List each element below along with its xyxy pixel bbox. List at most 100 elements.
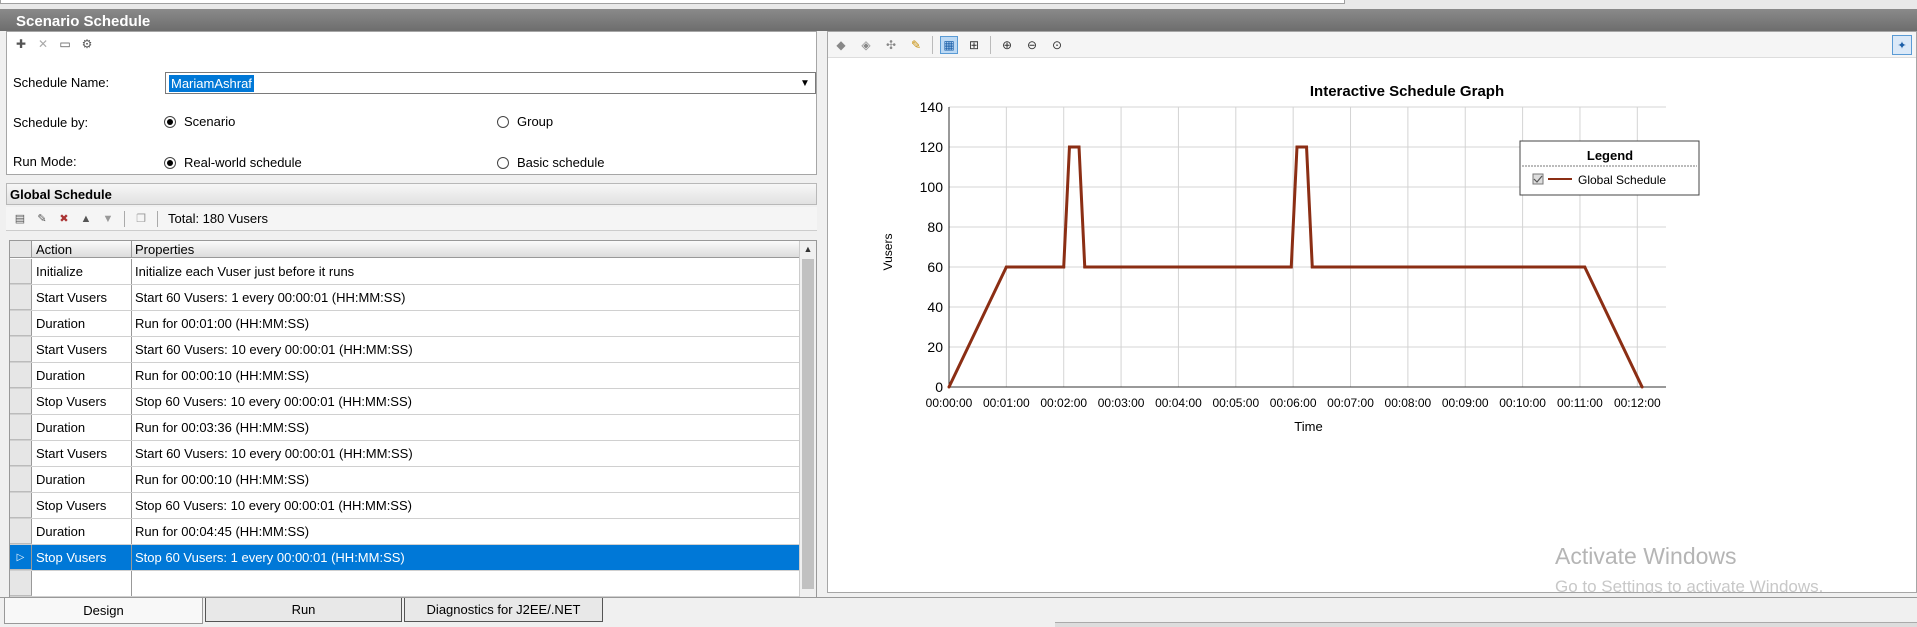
row-selector[interactable]	[10, 363, 32, 388]
series-point[interactable]	[1310, 265, 1314, 269]
row-selector[interactable]	[10, 259, 32, 284]
move-up-icon[interactable]: ▲	[78, 213, 94, 225]
row-selector[interactable]	[10, 467, 32, 492]
row-selector[interactable]	[10, 441, 32, 466]
tab-run[interactable]: Run	[205, 598, 402, 622]
left-panel: ✚ ✕ ▭ ⚙ Schedule Name: MariamAshraf ▼ Sc…	[6, 31, 817, 613]
row-selector[interactable]	[10, 337, 32, 362]
action-cell[interactable]: Duration	[32, 415, 132, 440]
copy-icon[interactable]: ❐	[133, 212, 149, 225]
schedule-name-value[interactable]: MariamAshraf	[169, 75, 254, 92]
table-row[interactable]: Duration Run for 00:03:36 (HH:MM:SS)	[10, 415, 801, 441]
row-selector[interactable]	[10, 571, 32, 596]
row-selector[interactable]	[10, 493, 32, 518]
action-cell[interactable]: Stop Vusers	[32, 545, 132, 570]
table-row[interactable]: Stop Vusers Stop 60 Vusers: 10 every 00:0…	[10, 493, 801, 519]
delete-action-icon[interactable]: ✖	[56, 212, 72, 225]
radio-dot[interactable]	[164, 156, 176, 169]
series-point[interactable]	[947, 385, 951, 389]
action-cell[interactable]: Duration	[32, 519, 132, 544]
properties-cell[interactable]: Stop 60 Vusers: 10 every 00:00:01 (HH:MM…	[132, 389, 801, 414]
tab-diagnostics[interactable]: Diagnostics for J2EE/.NET	[404, 598, 603, 622]
action-cell[interactable]: Duration	[32, 467, 132, 492]
row-selector[interactable]	[10, 285, 32, 310]
properties-cell[interactable]: Run for 00:00:10 (HH:MM:SS)	[132, 467, 801, 492]
rename-icon[interactable]: ▭	[57, 36, 73, 52]
new-schedule-icon[interactable]: ✚	[13, 36, 29, 52]
table-row[interactable]: Stop Vusers Stop 60 Vusers: 10 every 00:0…	[10, 389, 801, 415]
series-point[interactable]	[1077, 145, 1081, 149]
properties-cell[interactable]: Run for 00:00:10 (HH:MM:SS)	[132, 363, 801, 388]
column-header-properties[interactable]: Properties	[132, 241, 816, 257]
scroll-up-icon[interactable]: ▲	[800, 241, 816, 257]
tab-design[interactable]: Design	[4, 598, 203, 624]
action-cell[interactable]: Stop Vusers	[32, 493, 132, 518]
row-selector[interactable]	[10, 389, 32, 414]
action-cell[interactable]: Start Vusers	[32, 285, 132, 310]
table-row[interactable]: ▷ Stop Vusers Stop 60 Vusers: 1 every 00:0…	[10, 545, 801, 571]
series-point[interactable]	[1004, 265, 1008, 269]
action-cell[interactable]: Duration	[32, 363, 132, 388]
series-point[interactable]	[1067, 145, 1071, 149]
table-row[interactable]: Duration Run for 00:01:00 (HH:MM:SS)	[10, 311, 801, 337]
row-selector[interactable]	[10, 415, 32, 440]
column-header-action[interactable]: Action	[32, 241, 132, 257]
chevron-down-icon[interactable]: ▼	[795, 73, 815, 93]
properties-cell[interactable]: Initialize each Vuser just before it run…	[132, 259, 801, 284]
action-cell[interactable]	[32, 571, 132, 596]
action-cell[interactable]: Start Vusers	[32, 441, 132, 466]
radio-dot[interactable]	[497, 115, 509, 128]
y-tick-label: 140	[920, 99, 944, 115]
table-row[interactable]: Initialize Initialize each Vuser just bef…	[10, 259, 801, 285]
series-point[interactable]	[1305, 145, 1309, 149]
table-row[interactable]: Duration Run for 00:00:10 (HH:MM:SS)	[10, 363, 801, 389]
y-tick-label: 40	[927, 299, 943, 315]
properties-cell[interactable]: Start 60 Vusers: 1 every 00:00:01 (HH:MM…	[132, 285, 801, 310]
table-row[interactable]: Start Vusers Start 60 Vusers: 10 every 00…	[10, 337, 801, 363]
delete-icon[interactable]: ✕	[35, 36, 51, 52]
series-point[interactable]	[1289, 265, 1293, 269]
series-point[interactable]	[1083, 265, 1087, 269]
properties-cell[interactable]	[132, 571, 801, 596]
radio-run-mode-basic[interactable]: Basic schedule	[497, 155, 604, 170]
scroll-thumb[interactable]	[802, 259, 814, 589]
properties-cell[interactable]: Run for 00:04:45 (HH:MM:SS)	[132, 519, 801, 544]
table-row[interactable]: Start Vusers Start 60 Vusers: 10 every 00…	[10, 441, 801, 467]
properties-cell[interactable]: Start 60 Vusers: 10 every 00:00:01 (HH:M…	[132, 337, 801, 362]
row-pointer-icon[interactable]: ▷	[10, 545, 32, 570]
series-point[interactable]	[1583, 265, 1587, 269]
series-point[interactable]	[1640, 385, 1644, 389]
row-selector[interactable]	[10, 519, 32, 544]
row-selector[interactable]	[10, 311, 32, 336]
action-cell[interactable]: Duration	[32, 311, 132, 336]
action-cell[interactable]: Start Vusers	[32, 337, 132, 362]
series-point[interactable]	[1062, 265, 1066, 269]
properties-cell[interactable]: Start 60 Vusers: 10 every 00:00:01 (HH:M…	[132, 441, 801, 466]
table-row[interactable]: Start Vusers Start 60 Vusers: 1 every 00:…	[10, 285, 801, 311]
y-tick-label: 100	[920, 179, 944, 195]
table-row-empty[interactable]	[10, 571, 801, 597]
properties-cell[interactable]: Stop 60 Vusers: 1 every 00:00:01 (HH:MM:…	[132, 545, 801, 570]
properties-cell[interactable]: Stop 60 Vusers: 10 every 00:00:01 (HH:MM…	[132, 493, 801, 518]
properties-cell[interactable]: Run for 00:01:00 (HH:MM:SS)	[132, 311, 801, 336]
table-row[interactable]: Duration Run for 00:00:10 (HH:MM:SS)	[10, 467, 801, 493]
edit-action-icon[interactable]: ✎	[34, 212, 50, 225]
properties-cell[interactable]: Run for 00:03:36 (HH:MM:SS)	[132, 415, 801, 440]
move-down-icon[interactable]: ▼	[100, 213, 116, 225]
global-schedule-header: Global Schedule	[6, 183, 817, 205]
table-row[interactable]: Duration Run for 00:04:45 (HH:MM:SS)	[10, 519, 801, 545]
radio-run-mode-real-world[interactable]: Real-world schedule	[164, 155, 302, 170]
series-point[interactable]	[1295, 145, 1299, 149]
radio-dot[interactable]	[164, 115, 176, 128]
action-cell[interactable]: Stop Vusers	[32, 389, 132, 414]
radio-schedule-by-group[interactable]: Group	[497, 114, 553, 129]
schedule-name-combobox[interactable]: MariamAshraf ▼	[165, 72, 816, 94]
vertical-scrollbar[interactable]: ▲ ▼	[799, 241, 816, 612]
schedule-settings-icon[interactable]: ⚙	[79, 36, 95, 52]
legend-entry-global-schedule[interactable]: Global Schedule	[1578, 173, 1666, 187]
radio-dot[interactable]	[497, 156, 509, 169]
schedule-graph[interactable]: 0 20 40 60 80 100 120 140 00:00:00 00:01:00 00:02:…	[828, 32, 1916, 592]
add-action-icon[interactable]: ▤	[12, 212, 28, 225]
radio-schedule-by-scenario[interactable]: Scenario	[164, 114, 235, 129]
action-cell[interactable]: Initialize	[32, 259, 132, 284]
